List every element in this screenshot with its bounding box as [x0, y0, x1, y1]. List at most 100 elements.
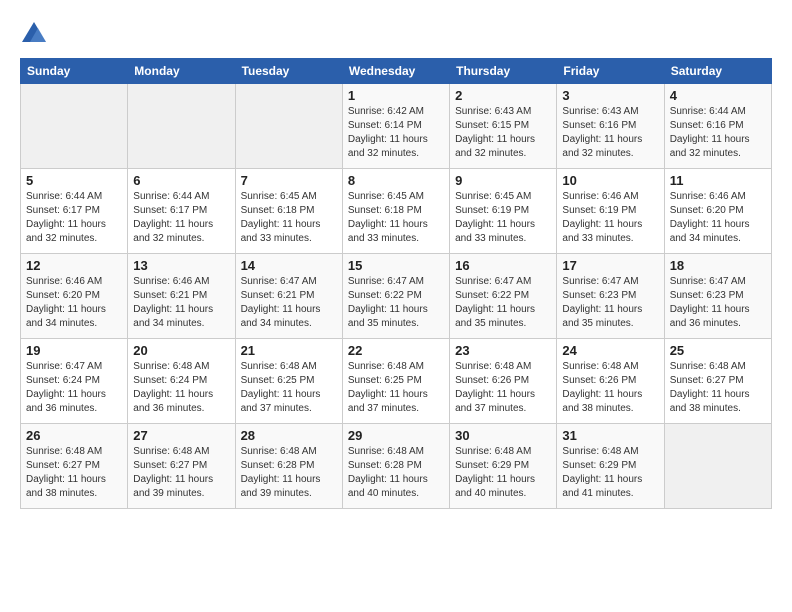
calendar-cell: 28 Sunrise: 6:48 AM Sunset: 6:28 PM Dayli…	[235, 424, 342, 509]
weekday-header-monday: Monday	[128, 59, 235, 84]
day-number: 25	[670, 343, 766, 358]
day-info: Sunrise: 6:48 AM Sunset: 6:28 PM Dayligh…	[241, 445, 337, 501]
calendar-header: SundayMondayTuesdayWednesdayThursdayFrid…	[21, 59, 772, 84]
day-number: 4	[670, 88, 766, 103]
day-number: 15	[348, 258, 444, 273]
calendar-cell: 12 Sunrise: 6:46 AM Sunset: 6:20 PM Dayli…	[21, 254, 128, 339]
calendar-cell: 11 Sunrise: 6:46 AM Sunset: 6:20 PM Dayli…	[664, 169, 771, 254]
day-info: Sunrise: 6:48 AM Sunset: 6:26 PM Dayligh…	[455, 360, 551, 416]
weekday-header-wednesday: Wednesday	[342, 59, 449, 84]
day-number: 29	[348, 428, 444, 443]
day-info: Sunrise: 6:46 AM Sunset: 6:21 PM Dayligh…	[133, 275, 229, 331]
calendar-cell: 23 Sunrise: 6:48 AM Sunset: 6:26 PM Dayli…	[450, 339, 557, 424]
calendar-cell	[21, 84, 128, 169]
logo-icon	[20, 20, 48, 48]
calendar-week-row: 1Sunrise: 6:42 AM Sunset: 6:14 PM Daylig…	[21, 84, 772, 169]
calendar-cell: 6 Sunrise: 6:44 AM Sunset: 6:17 PM Daylig…	[128, 169, 235, 254]
calendar-body: 1Sunrise: 6:42 AM Sunset: 6:14 PM Daylig…	[21, 84, 772, 509]
day-number: 23	[455, 343, 551, 358]
day-info: Sunrise: 6:48 AM Sunset: 6:27 PM Dayligh…	[133, 445, 229, 501]
day-info: Sunrise: 6:48 AM Sunset: 6:25 PM Dayligh…	[348, 360, 444, 416]
calendar-cell: 25 Sunrise: 6:48 AM Sunset: 6:27 PM Dayli…	[664, 339, 771, 424]
day-number: 19	[26, 343, 122, 358]
day-info: Sunrise: 6:48 AM Sunset: 6:29 PM Dayligh…	[455, 445, 551, 501]
day-number: 5	[26, 173, 122, 188]
calendar-cell	[128, 84, 235, 169]
page-header	[20, 20, 772, 48]
calendar-cell	[664, 424, 771, 509]
day-number: 14	[241, 258, 337, 273]
day-info: Sunrise: 6:46 AM Sunset: 6:19 PM Dayligh…	[562, 190, 658, 246]
day-info: Sunrise: 6:48 AM Sunset: 6:27 PM Dayligh…	[26, 445, 122, 501]
calendar-cell: 10Sunrise: 6:46 AM Sunset: 6:19 PM Dayli…	[557, 169, 664, 254]
calendar-week-row: 26 Sunrise: 6:48 AM Sunset: 6:27 PM Dayli…	[21, 424, 772, 509]
day-info: Sunrise: 6:48 AM Sunset: 6:28 PM Dayligh…	[348, 445, 444, 501]
day-number: 28	[241, 428, 337, 443]
day-info: Sunrise: 6:45 AM Sunset: 6:18 PM Dayligh…	[348, 190, 444, 246]
weekday-header-thursday: Thursday	[450, 59, 557, 84]
calendar-cell: 13 Sunrise: 6:46 AM Sunset: 6:21 PM Dayli…	[128, 254, 235, 339]
day-number: 20	[133, 343, 229, 358]
day-info: Sunrise: 6:47 AM Sunset: 6:23 PM Dayligh…	[670, 275, 766, 331]
day-number: 18	[670, 258, 766, 273]
day-info: Sunrise: 6:43 AM Sunset: 6:15 PM Dayligh…	[455, 105, 551, 161]
day-info: Sunrise: 6:46 AM Sunset: 6:20 PM Dayligh…	[26, 275, 122, 331]
day-info: Sunrise: 6:46 AM Sunset: 6:20 PM Dayligh…	[670, 190, 766, 246]
calendar-cell: 2 Sunrise: 6:43 AM Sunset: 6:15 PM Daylig…	[450, 84, 557, 169]
logo	[20, 20, 52, 48]
calendar-cell: 21Sunrise: 6:48 AM Sunset: 6:25 PM Dayli…	[235, 339, 342, 424]
calendar-cell: 24 Sunrise: 6:48 AM Sunset: 6:26 PM Dayli…	[557, 339, 664, 424]
calendar-cell: 8 Sunrise: 6:45 AM Sunset: 6:18 PM Daylig…	[342, 169, 449, 254]
day-info: Sunrise: 6:48 AM Sunset: 6:26 PM Dayligh…	[562, 360, 658, 416]
day-number: 8	[348, 173, 444, 188]
day-info: Sunrise: 6:47 AM Sunset: 6:22 PM Dayligh…	[348, 275, 444, 331]
calendar-cell: 19Sunrise: 6:47 AM Sunset: 6:24 PM Dayli…	[21, 339, 128, 424]
weekday-header-friday: Friday	[557, 59, 664, 84]
calendar-cell	[235, 84, 342, 169]
calendar-cell: 20Sunrise: 6:48 AM Sunset: 6:24 PM Dayli…	[128, 339, 235, 424]
calendar-cell: 27 Sunrise: 6:48 AM Sunset: 6:27 PM Dayli…	[128, 424, 235, 509]
calendar-cell: 31Sunrise: 6:48 AM Sunset: 6:29 PM Dayli…	[557, 424, 664, 509]
day-info: Sunrise: 6:45 AM Sunset: 6:19 PM Dayligh…	[455, 190, 551, 246]
calendar-cell: 3 Sunrise: 6:43 AM Sunset: 6:16 PM Daylig…	[557, 84, 664, 169]
calendar-cell: 1Sunrise: 6:42 AM Sunset: 6:14 PM Daylig…	[342, 84, 449, 169]
day-number: 12	[26, 258, 122, 273]
calendar-week-row: 19Sunrise: 6:47 AM Sunset: 6:24 PM Dayli…	[21, 339, 772, 424]
day-number: 26	[26, 428, 122, 443]
day-info: Sunrise: 6:43 AM Sunset: 6:16 PM Dayligh…	[562, 105, 658, 161]
day-number: 11	[670, 173, 766, 188]
calendar-cell: 7 Sunrise: 6:45 AM Sunset: 6:18 PM Daylig…	[235, 169, 342, 254]
calendar-cell: 26 Sunrise: 6:48 AM Sunset: 6:27 PM Dayli…	[21, 424, 128, 509]
weekday-header-row: SundayMondayTuesdayWednesdayThursdayFrid…	[21, 59, 772, 84]
calendar-cell: 30 Sunrise: 6:48 AM Sunset: 6:29 PM Dayli…	[450, 424, 557, 509]
day-number: 30	[455, 428, 551, 443]
day-info: Sunrise: 6:47 AM Sunset: 6:21 PM Dayligh…	[241, 275, 337, 331]
day-info: Sunrise: 6:44 AM Sunset: 6:17 PM Dayligh…	[26, 190, 122, 246]
day-info: Sunrise: 6:44 AM Sunset: 6:16 PM Dayligh…	[670, 105, 766, 161]
day-info: Sunrise: 6:48 AM Sunset: 6:25 PM Dayligh…	[241, 360, 337, 416]
day-info: Sunrise: 6:47 AM Sunset: 6:23 PM Dayligh…	[562, 275, 658, 331]
day-number: 27	[133, 428, 229, 443]
day-number: 16	[455, 258, 551, 273]
calendar-cell: 18 Sunrise: 6:47 AM Sunset: 6:23 PM Dayli…	[664, 254, 771, 339]
day-number: 2	[455, 88, 551, 103]
day-number: 6	[133, 173, 229, 188]
calendar-cell: 22 Sunrise: 6:48 AM Sunset: 6:25 PM Dayli…	[342, 339, 449, 424]
day-number: 9	[455, 173, 551, 188]
day-number: 24	[562, 343, 658, 358]
calendar-cell: 16 Sunrise: 6:47 AM Sunset: 6:22 PM Dayli…	[450, 254, 557, 339]
day-number: 13	[133, 258, 229, 273]
calendar-cell: 17Sunrise: 6:47 AM Sunset: 6:23 PM Dayli…	[557, 254, 664, 339]
day-info: Sunrise: 6:47 AM Sunset: 6:22 PM Dayligh…	[455, 275, 551, 331]
calendar-cell: 14 Sunrise: 6:47 AM Sunset: 6:21 PM Dayli…	[235, 254, 342, 339]
calendar-cell: 15 Sunrise: 6:47 AM Sunset: 6:22 PM Dayli…	[342, 254, 449, 339]
day-number: 22	[348, 343, 444, 358]
calendar-week-row: 12 Sunrise: 6:46 AM Sunset: 6:20 PM Dayli…	[21, 254, 772, 339]
day-number: 1	[348, 88, 444, 103]
day-number: 7	[241, 173, 337, 188]
day-info: Sunrise: 6:45 AM Sunset: 6:18 PM Dayligh…	[241, 190, 337, 246]
day-info: Sunrise: 6:44 AM Sunset: 6:17 PM Dayligh…	[133, 190, 229, 246]
day-number: 3	[562, 88, 658, 103]
calendar-table: SundayMondayTuesdayWednesdayThursdayFrid…	[20, 58, 772, 509]
day-info: Sunrise: 6:48 AM Sunset: 6:27 PM Dayligh…	[670, 360, 766, 416]
